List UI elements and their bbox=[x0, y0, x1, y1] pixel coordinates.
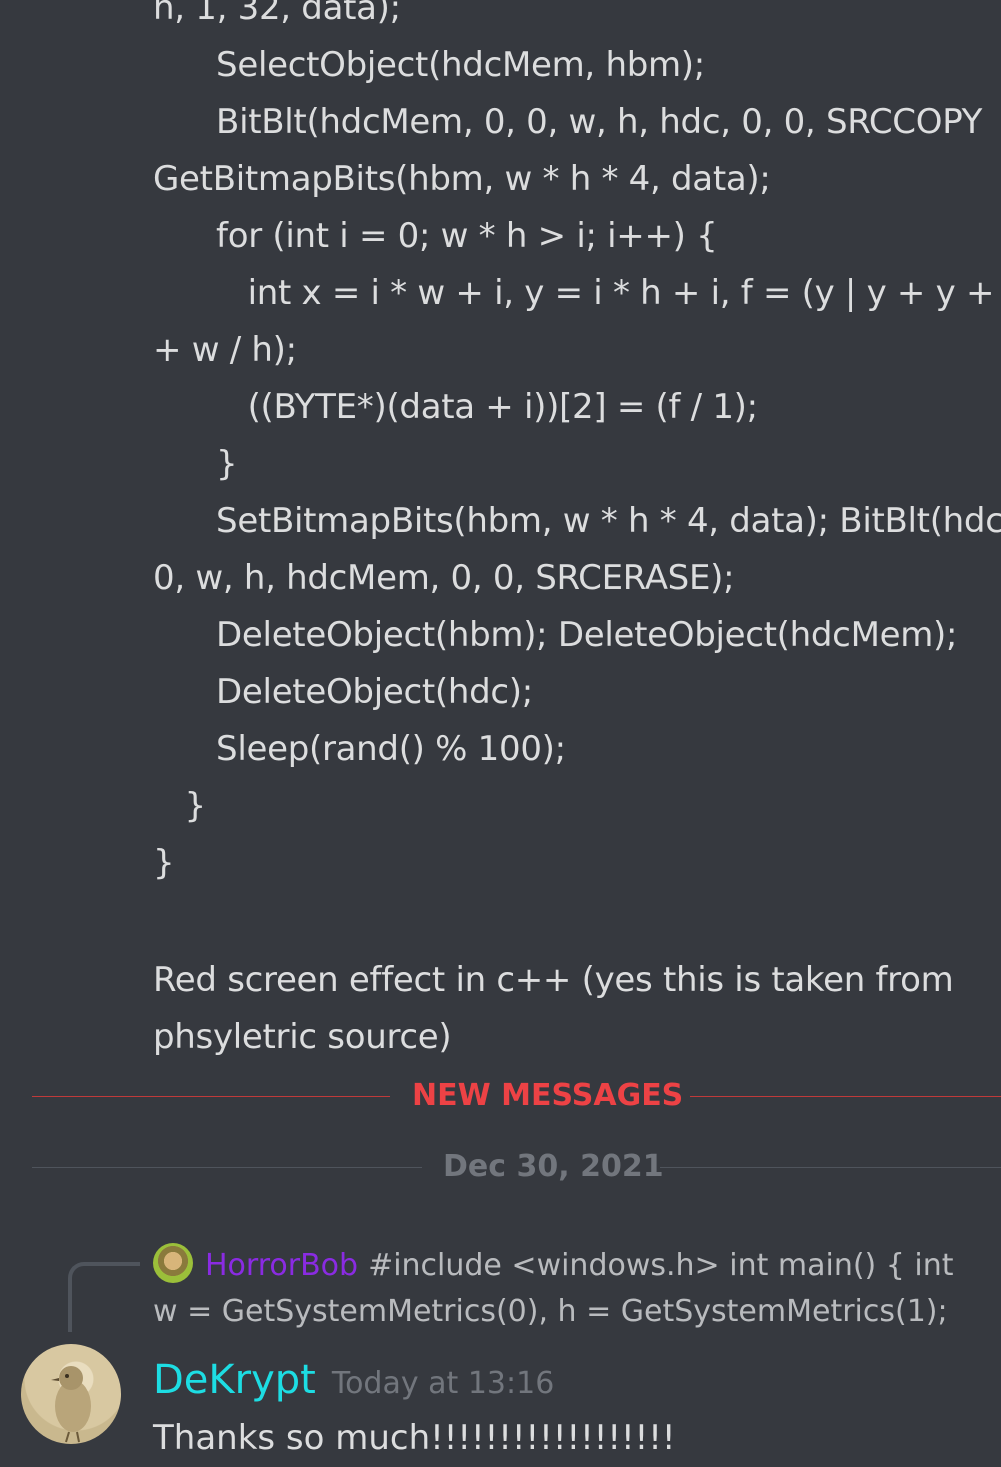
code-line: } bbox=[153, 786, 207, 826]
date-divider: Dec 30, 2021 bbox=[32, 1149, 1001, 1184]
reply-author-name[interactable]: HorrorBob bbox=[205, 1248, 358, 1283]
code-line: GetBitmapBits(hbm, w * h * 4, data); bbox=[153, 159, 771, 199]
avatar[interactable] bbox=[21, 1344, 121, 1444]
code-line: ((BYTE*)(data + i))[2] = (f / 1); bbox=[153, 387, 759, 427]
reply-author-avatar[interactable] bbox=[153, 1243, 193, 1283]
reply-spine bbox=[68, 1262, 140, 1332]
code-line: BitBlt(hdcMem, 0, 0, w, h, hdc, 0, 0, SR… bbox=[153, 102, 983, 142]
code-line: SetBitmapBits(hbm, w * h * 4, data); Bit… bbox=[153, 501, 1001, 541]
code-line: for (int i = 0; w * h > i; i++) { bbox=[153, 216, 718, 256]
code-line: } bbox=[153, 444, 238, 484]
code-line: 0, w, h, hdcMem, 0, 0, SRCERASE); bbox=[153, 558, 735, 598]
new-messages-divider: NEW MESSAGES bbox=[32, 1078, 1001, 1113]
message-header: DeKrypt Today at 13:16 bbox=[153, 1350, 554, 1410]
reply-preview[interactable]: HorrorBob #include <windows.h> int main()… bbox=[153, 1243, 983, 1335]
code-line: + w / h); bbox=[153, 330, 297, 370]
divider-line bbox=[690, 1096, 1001, 1097]
author-name[interactable]: DeKrypt bbox=[153, 1357, 316, 1403]
code-line: SelectObject(hdcMem, hbm); bbox=[153, 45, 705, 85]
new-messages-label: NEW MESSAGES bbox=[412, 1078, 684, 1113]
code-block: h, 1, 32, data); SelectObject(hdcMem, hb… bbox=[153, 0, 1001, 892]
bird-avatar-icon bbox=[51, 1366, 91, 1443]
previous-message-text: Red screen effect in c++ (yes this is ta… bbox=[153, 960, 954, 1057]
divider-line bbox=[32, 1096, 390, 1097]
message-body: Thanks so much!!!!!!!!!!!!!!!!!! bbox=[153, 1418, 676, 1458]
code-line: } bbox=[153, 843, 175, 883]
timestamp: Today at 13:16 bbox=[331, 1366, 555, 1401]
divider-line bbox=[32, 1167, 422, 1168]
date-label: Dec 30, 2021 bbox=[443, 1149, 664, 1184]
code-line: h, 1, 32, data); bbox=[153, 0, 401, 28]
divider-line bbox=[660, 1167, 1001, 1168]
code-line: DeleteObject(hbm); DeleteObject(hdcMem); bbox=[153, 615, 958, 655]
code-line: int x = i * w + i, y = i * h + i, f = (y… bbox=[153, 273, 1001, 313]
code-line: Sleep(rand() % 100); bbox=[153, 729, 566, 769]
code-line: DeleteObject(hdc); bbox=[153, 672, 533, 712]
